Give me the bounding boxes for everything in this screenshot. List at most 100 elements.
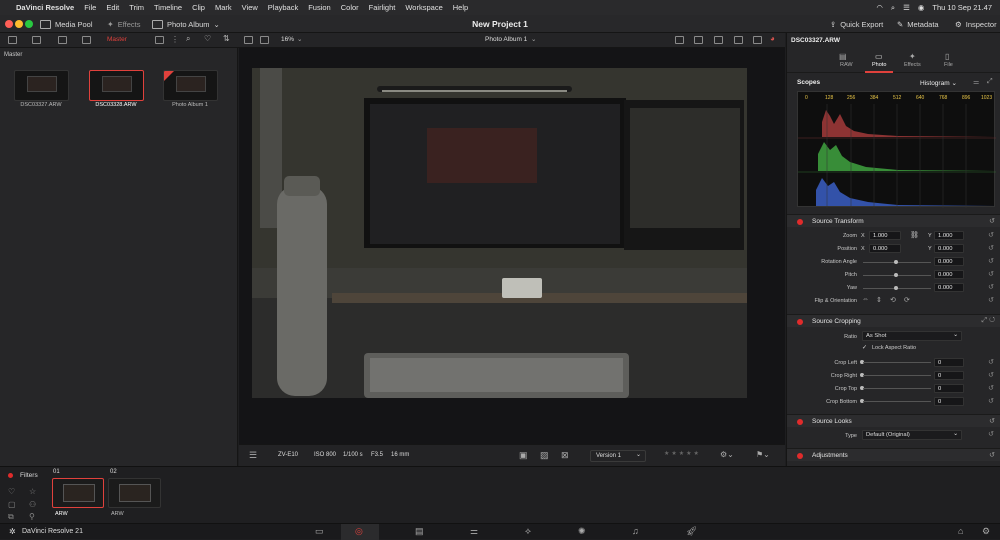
chevron-down-icon[interactable]: ⌄ xyxy=(531,35,536,43)
reset-icon[interactable]: ↺ xyxy=(988,371,994,379)
link-icon[interactable]: ⛓ xyxy=(910,231,919,239)
source-looks-header[interactable]: Source Looks ↺ xyxy=(787,414,1000,427)
lock-aspect-checkbox[interactable]: ✓ xyxy=(862,344,867,351)
reset-icon[interactable]: ⤢ ↺ xyxy=(982,317,995,325)
scope-expand-icon[interactable]: ⤢ xyxy=(987,78,993,86)
menu-edit[interactable]: Edit xyxy=(106,3,119,12)
enable-toggle[interactable] xyxy=(797,453,803,459)
reset-icon[interactable]: ↺ xyxy=(988,231,994,239)
yaw-field[interactable]: 0.000 xyxy=(934,283,964,292)
inspector-button[interactable]: ⚙ Inspector xyxy=(955,15,997,33)
viewer-mode-icon[interactable] xyxy=(244,36,253,44)
deliver-page-icon[interactable]: 🚀︎ xyxy=(686,526,697,537)
rotate-right-icon[interactable]: ⟳ xyxy=(904,296,910,304)
menu-view[interactable]: View xyxy=(242,3,258,12)
reset-icon[interactable]: ↺ xyxy=(989,217,995,225)
metadata-button[interactable]: ✎ Metadata xyxy=(897,15,939,33)
search-icon[interactable]: ⌕ xyxy=(891,3,895,13)
menu-clip[interactable]: Clip xyxy=(192,3,205,12)
compare-icon[interactable] xyxy=(260,36,269,44)
rotation-slider-knob[interactable] xyxy=(894,260,898,264)
tab-file[interactable]: File xyxy=(944,62,953,68)
menu-trim[interactable]: Trim xyxy=(129,3,144,12)
album-dropdown[interactable]: Photo Album 1 xyxy=(485,36,527,43)
reset-icon[interactable]: ↺ xyxy=(989,417,995,425)
panel-layout-icon[interactable] xyxy=(8,36,17,44)
crop-bottom-field[interactable]: 0 xyxy=(934,397,964,406)
reset-icon[interactable]: ↺ xyxy=(988,283,994,291)
clip-thumbnail-selected[interactable] xyxy=(89,70,144,101)
image-icon[interactable]: ▨ xyxy=(540,450,549,461)
favorite-icon[interactable]: ♡ xyxy=(8,487,15,496)
photo-page-tab-active[interactable]: ◎ xyxy=(341,524,379,540)
quick-export-button[interactable]: ⇪ Quick Export xyxy=(830,15,883,33)
version-dropdown[interactable]: Version 1 ⌄ xyxy=(590,450,646,462)
settings-icon[interactable]: ☰ xyxy=(249,450,257,461)
menu-color[interactable]: Color xyxy=(341,3,359,12)
reset-icon[interactable]: ↺ xyxy=(988,384,994,392)
photo-tab-icon[interactable]: ▭ xyxy=(875,52,883,61)
star-icon[interactable]: ☆ xyxy=(29,487,36,496)
split-view-icon[interactable] xyxy=(714,36,723,44)
flip-vertical-icon[interactable]: ⇕ xyxy=(876,296,882,304)
looks-type-dropdown[interactable]: Default (Original) ⌄ xyxy=(862,430,962,440)
settings-icon[interactable]: ⚙ xyxy=(982,526,990,537)
people-icon[interactable]: ⚇ xyxy=(29,500,36,509)
scope-mode-dropdown[interactable]: Histogram ⌄ xyxy=(920,79,957,87)
edit-page-icon[interactable]: ⚌ xyxy=(470,526,478,537)
chevron-down-icon[interactable]: ⌄ xyxy=(297,35,302,43)
crop-top-slider[interactable] xyxy=(863,388,931,389)
menu-playback[interactable]: Playback xyxy=(268,3,298,12)
menu-timeline[interactable]: Timeline xyxy=(154,3,182,12)
rating-stars[interactable]: ★★★★★ xyxy=(664,450,701,457)
menubar-clock[interactable]: Thu 10 Sep 21.47 xyxy=(932,3,992,12)
filmstrip-clip-selected[interactable] xyxy=(52,478,104,508)
tab-raw[interactable]: RAW xyxy=(840,62,853,68)
crop-bottom-slider[interactable] xyxy=(863,401,931,402)
zoom-level[interactable]: 16% xyxy=(281,36,294,43)
flag-icon[interactable]: ▢ xyxy=(8,500,16,509)
safe-area-icon[interactable] xyxy=(734,36,743,44)
adjustments-header[interactable]: Adjustments ↺ xyxy=(787,448,1000,461)
remove-image-icon[interactable]: ⊠ xyxy=(561,450,569,461)
zoom-y-field[interactable]: 1.000 xyxy=(934,231,964,240)
sort-icon[interactable]: ⋮ xyxy=(171,35,179,44)
menu-help[interactable]: Help xyxy=(453,3,468,12)
reset-icon[interactable]: ↺ xyxy=(988,296,994,304)
gear-icon[interactable]: ⚙⌄ xyxy=(720,450,734,459)
home-icon[interactable]: ⌂ xyxy=(958,526,963,536)
crop-left-slider[interactable] xyxy=(863,362,931,363)
source-cropping-header[interactable]: Source Cropping ⤢ ↺ xyxy=(787,314,1000,327)
siri-icon[interactable]: ◉ xyxy=(918,3,925,12)
filmstrip-view-icon[interactable] xyxy=(694,36,703,44)
scope-settings-icon[interactable]: ⚌ xyxy=(973,78,979,86)
reset-icon[interactable]: ↺ xyxy=(988,358,994,366)
crop-left-field[interactable]: 0 xyxy=(934,358,964,367)
tab-photo[interactable]: Photo xyxy=(872,62,886,68)
fairlight-page-icon[interactable]: ♫ xyxy=(632,526,639,536)
position-x-field[interactable]: 0.000 xyxy=(869,244,901,253)
filmstrip-clip[interactable] xyxy=(108,478,161,508)
file-tab-icon[interactable]: ▯ xyxy=(945,52,949,61)
ratio-dropdown[interactable]: As Shot ⌄ xyxy=(862,331,962,341)
enable-toggle[interactable] xyxy=(797,219,803,225)
reset-icon[interactable]: ↺ xyxy=(988,430,994,438)
enable-toggle[interactable] xyxy=(797,319,803,325)
source-transform-header[interactable]: Source Transform ↺ xyxy=(787,214,1000,227)
media-page-icon[interactable]: ▭ xyxy=(315,526,324,537)
import-icon[interactable] xyxy=(82,36,91,44)
album-thumbnail[interactable] xyxy=(163,70,218,101)
color-page-icon[interactable]: ✺ xyxy=(578,526,586,537)
pitch-slider-knob[interactable] xyxy=(894,273,898,277)
clip-thumbnail[interactable] xyxy=(14,70,69,101)
rotate-left-icon[interactable]: ⟲ xyxy=(890,296,896,304)
control-center-icon[interactable]: ☰ xyxy=(903,3,910,12)
location-icon[interactable]: ⚲ xyxy=(29,512,35,521)
menu-file[interactable]: File xyxy=(84,3,96,12)
yaw-slider-knob[interactable] xyxy=(894,286,898,290)
crop-right-field[interactable]: 0 xyxy=(934,371,964,380)
crop-right-slider[interactable] xyxy=(863,375,931,376)
effects-tab-icon[interactable]: ✦ xyxy=(909,52,916,61)
tab-effects[interactable]: Effects xyxy=(904,62,921,68)
tag-icon[interactable]: ⧉ xyxy=(8,512,14,522)
